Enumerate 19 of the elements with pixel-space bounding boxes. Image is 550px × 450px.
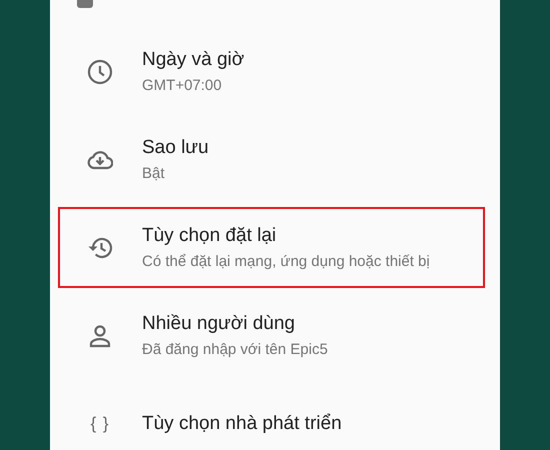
item-title: Sao lưu — [142, 137, 209, 159]
settings-item[interactable]: Sao lưu Bật — [58, 119, 485, 200]
cloud-download-icon — [87, 150, 113, 170]
item-title: Tùy chọn nhà phát triển — [142, 412, 342, 434]
settings-item[interactable]: { } Tùy chọn nhà phát triển — [58, 383, 485, 450]
clock-icon — [87, 58, 113, 84]
braces-icon: { } — [90, 414, 110, 434]
settings-item[interactable]: Ngày và giờ GMT+07:00 — [58, 31, 485, 112]
item-title: Tùy chọn đặt lại — [142, 225, 278, 247]
item-summary: Bật — [142, 165, 166, 182]
item-summary: GMT+07:00 — [142, 77, 223, 94]
item-title: Ngày và giờ — [142, 49, 244, 71]
phone-icon — [75, 0, 95, 10]
settings-item[interactable]: Nhiều người dùng Đã đăng nhập với tên Epic5 — [58, 295, 485, 376]
item-summary: Đã đăng nhập với tên Epic5 — [142, 341, 328, 358]
item-summary: Có thể đặt lại mạng, ứng dụng hoặc thiết bị — [142, 253, 430, 270]
item-title: Nhiều người dùng — [142, 313, 296, 335]
person-icon — [89, 324, 111, 348]
settings-item[interactable]: Tùy chọn đặt lại Có thể đặt lại mạng, ứng dụng hoặc thiết bị — [58, 207, 485, 288]
